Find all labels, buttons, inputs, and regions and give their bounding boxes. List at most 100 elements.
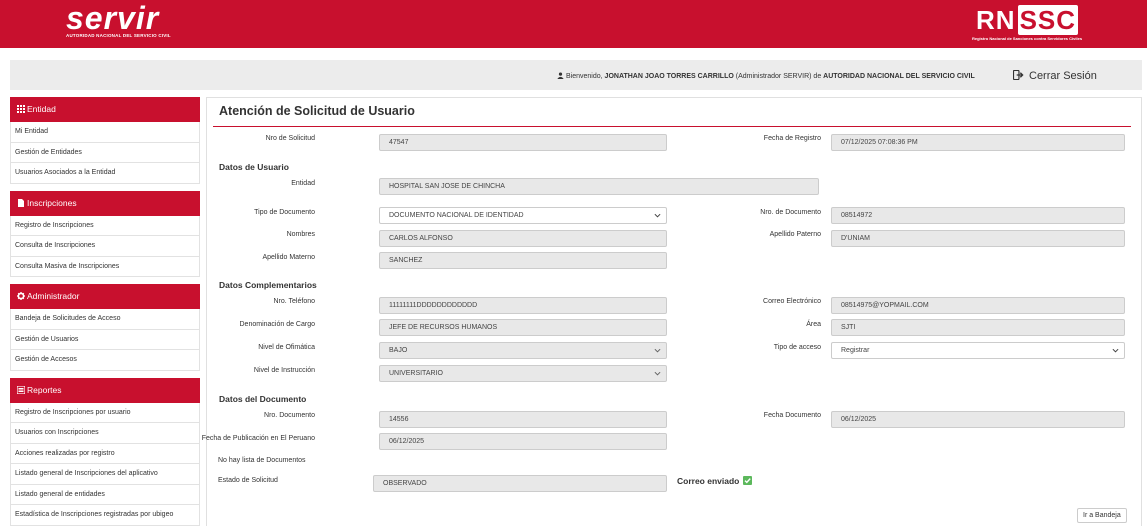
- nro-documento-doc-label: Nro. Documento: [264, 412, 315, 419]
- cargo-field[interactable]: JEFE DE RECURSOS HUMANOS: [379, 319, 667, 336]
- sidebar-item-gestion-accesos[interactable]: Gestión de Accesos: [10, 350, 200, 371]
- tipo-documento-select[interactable]: DOCUMENTO NACIONAL DE IDENTIDAD: [379, 207, 667, 224]
- cargo-label: Denominación de Cargo: [239, 321, 316, 328]
- nombres-label: Nombres: [286, 231, 315, 238]
- estado-solicitud-label: Estado de Solicitud: [218, 477, 278, 484]
- main-panel: Atención de Solicitud de Usuario Nro de …: [202, 97, 1142, 526]
- sidebar-item-mi-entidad[interactable]: Mi Entidad: [10, 122, 200, 143]
- nro-solicitud-label: Nro de Solicitud: [265, 135, 315, 142]
- welcome-text: Bienvenido, JONATHAN JOAO TORRES CARRILL…: [557, 72, 975, 80]
- sidebar-header-inscripciones[interactable]: Inscripciones: [10, 190, 200, 216]
- entidad-label: Entidad: [291, 180, 315, 187]
- estado-solicitud-field[interactable]: OBSERVADO: [373, 475, 667, 492]
- no-documentos-text: No hay lista de Documentos: [218, 457, 306, 464]
- instruccion-value: UNIVERSITARIO: [389, 370, 443, 377]
- sidebar: Entidad Mi Entidad Gestión de Entidades …: [10, 97, 200, 526]
- chevron-down-icon: [654, 348, 661, 353]
- nro-solicitud-field[interactable]: 47547: [379, 134, 667, 151]
- logout-button[interactable]: Cerrar Sesión: [1013, 70, 1097, 82]
- servir-logo[interactable]: servir AUTORIDAD NACIONAL DEL SERVICIO C…: [66, 0, 171, 38]
- nro-documento-doc-field[interactable]: 14556: [379, 411, 667, 428]
- section-datos-complementarios: Datos Complementarios: [219, 280, 317, 290]
- check-icon: [743, 476, 753, 485]
- correo-enviado: Correo enviado: [677, 476, 753, 486]
- tipo-documento-value: DOCUMENTO NACIONAL DE IDENTIDAD: [389, 212, 524, 219]
- sidebar-header-label: Reportes: [27, 384, 62, 395]
- sidebar-header-entidad[interactable]: Entidad: [10, 97, 200, 122]
- rnssc-boxed: SSC: [1017, 5, 1079, 35]
- telefono-label: Nro. Teléfono: [273, 298, 315, 305]
- sidebar-item-acciones-realizadas[interactable]: Acciones realizadas por registro: [10, 443, 200, 464]
- section-datos-usuario: Datos de Usuario: [219, 162, 289, 172]
- user-icon: [557, 72, 564, 79]
- area-label: Área: [806, 321, 821, 328]
- list-icon: [17, 385, 25, 394]
- sidebar-item-gestion-entidades[interactable]: Gestión de Entidades: [10, 142, 200, 163]
- sidebar-item-registro-inscripciones[interactable]: Registro de Inscripciones: [10, 215, 200, 236]
- chevron-down-icon: [1112, 348, 1119, 353]
- tipo-acceso-label: Tipo de acceso: [773, 344, 821, 351]
- entidad-field[interactable]: HOSPITAL SAN JOSE DE CHINCHA: [379, 178, 819, 195]
- apellido-materno-label: Apellido Materno: [262, 254, 315, 261]
- ofimatica-value: BAJO: [389, 347, 408, 354]
- nro-documento-label: Nro. de Documento: [760, 209, 821, 216]
- apellido-materno-field[interactable]: SANCHEZ: [379, 252, 667, 269]
- tipo-documento-label: Tipo de Documento: [254, 209, 315, 216]
- sidebar-item-listado-entidades[interactable]: Listado general de entidades: [10, 484, 200, 505]
- welcome-prefix: Bienvenido,: [566, 73, 603, 80]
- sidebar-header-label: Administrador: [27, 291, 80, 301]
- top-header: servir AUTORIDAD NACIONAL DEL SERVICIO C…: [0, 0, 1147, 48]
- ofimatica-label: Nivel de Ofimática: [258, 344, 315, 351]
- instruccion-select[interactable]: UNIVERSITARIO: [379, 365, 667, 382]
- chevron-down-icon: [654, 371, 661, 376]
- sidebar-item-gestion-usuarios[interactable]: Gestión de Usuarios: [10, 329, 200, 350]
- ofimatica-select[interactable]: BAJO: [379, 342, 667, 359]
- fecha-publicacion-field[interactable]: 06/12/2025: [379, 433, 667, 450]
- gear-icon: [17, 292, 25, 300]
- fecha-registro-field[interactable]: 07/12/2025 07:08:36 PM: [831, 134, 1125, 151]
- nro-documento-field[interactable]: 08514972: [831, 207, 1125, 224]
- page-title: Atención de Solicitud de Usuario: [219, 104, 415, 118]
- nombres-field[interactable]: CARLOS ALFONSO: [379, 230, 667, 247]
- chevron-down-icon: [654, 213, 661, 218]
- sidebar-header-administrador[interactable]: Administrador: [10, 284, 200, 309]
- sidebar-item-bandeja-solicitudes[interactable]: Bandeja de Solicitudes de Acceso: [10, 309, 200, 330]
- area-field[interactable]: SJTI: [831, 319, 1125, 336]
- file-icon: [18, 198, 24, 207]
- fecha-documento-label: Fecha Documento: [763, 412, 821, 419]
- correo-field[interactable]: 08514975@YOPMAIL.COM: [831, 297, 1125, 314]
- logout-label: Cerrar Sesión: [1029, 70, 1097, 82]
- sidebar-header-label: Inscripciones: [27, 197, 77, 208]
- sidebar-item-registro-por-usuario[interactable]: Registro de Inscripciones por usuario: [10, 402, 200, 423]
- instruccion-label: Nivel de Instrucción: [253, 367, 315, 374]
- fecha-documento-field[interactable]: 06/12/2025: [831, 411, 1125, 428]
- rnssc-logo: RN SSC Registro Nacional de Sanciones con…: [972, 5, 1083, 41]
- servir-logo-text: servir: [66, 0, 160, 36]
- welcome-bar: Bienvenido, JONATHAN JOAO TORRES CARRILL…: [10, 60, 1142, 90]
- section-datos-documento: Datos del Documento: [219, 394, 307, 404]
- sidebar-item-consulta-masiva[interactable]: Consulta Masiva de Inscripciones: [10, 256, 200, 277]
- ir-bandeja-button[interactable]: Ir a Bandeja: [1077, 508, 1127, 523]
- sidebar-item-estadistica-ubigeo[interactable]: Estadística de Inscripciones registradas…: [10, 505, 200, 526]
- fecha-publicacion-label: Fecha de Publicación en El Peruano: [201, 435, 315, 442]
- sidebar-item-consulta-inscripciones[interactable]: Consulta de Inscripciones: [10, 236, 200, 257]
- welcome-user: JONATHAN JOAO TORRES CARRILLO: [604, 73, 734, 80]
- title-divider: [213, 126, 1131, 127]
- sidebar-header-label: Entidad: [27, 104, 56, 114]
- telefono-field[interactable]: 11111111DDDDDDDDDDDD: [379, 297, 667, 314]
- rnssc-subtitle: Registro Nacional de Sanciones contra Se…: [972, 36, 1083, 41]
- apellido-paterno-field[interactable]: D'UNIAM: [831, 230, 1125, 247]
- sidebar-header-reportes[interactable]: Reportes: [10, 377, 200, 403]
- apellido-paterno-label: Apellido Paterno: [769, 231, 821, 238]
- sidebar-item-usuarios-con-inscripciones[interactable]: Usuarios con Inscripciones: [10, 423, 200, 444]
- tipo-acceso-value: Registrar: [841, 347, 870, 354]
- sidebar-item-listado-inscripciones[interactable]: Listado general de Inscripciones del apl…: [10, 464, 200, 485]
- tipo-acceso-select[interactable]: Registrar: [831, 342, 1125, 359]
- welcome-org: AUTORIDAD NACIONAL DEL SERVICIO CIVIL: [823, 73, 975, 80]
- sidebar-item-usuarios-asociados[interactable]: Usuarios Asociados a la Entidad: [10, 163, 200, 184]
- correo-enviado-label: Correo enviado: [677, 476, 740, 486]
- rnssc-prefix: RN: [976, 5, 1016, 35]
- logout-icon: [1013, 70, 1024, 80]
- welcome-role: (Administrador SERVIR) de: [735, 73, 822, 80]
- grid-icon: [17, 105, 25, 113]
